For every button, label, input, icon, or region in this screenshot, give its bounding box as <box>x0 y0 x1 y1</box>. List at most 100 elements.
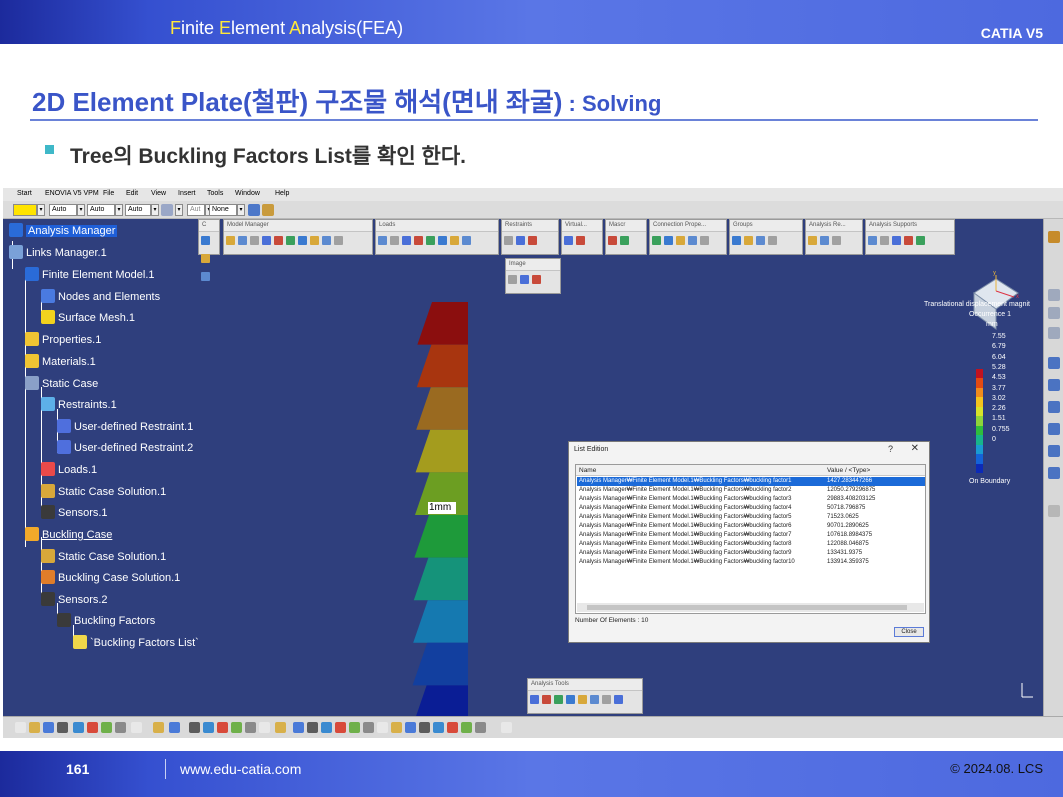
toolbar-title[interactable]: C <box>199 220 219 232</box>
tree-node[interactable]: Buckling Factors <box>57 613 155 629</box>
paint-icon[interactable] <box>248 204 260 216</box>
toolbar-icon[interactable] <box>377 722 388 733</box>
zoom-icon[interactable] <box>1048 379 1060 391</box>
format-painter-icon[interactable] <box>262 204 274 216</box>
toolbar-icon[interactable] <box>475 722 486 733</box>
3d-viewport[interactable]: Analysis Manager Links Manager.1 Finite El… <box>3 219 1043 728</box>
tool-icon[interactable] <box>590 695 599 704</box>
menu-help[interactable]: Help <box>275 190 289 197</box>
tool-icon[interactable] <box>528 236 537 245</box>
chevron-down-icon[interactable]: ▾ <box>237 204 245 216</box>
tool-icon[interactable] <box>756 236 765 245</box>
toolbar-icon[interactable] <box>203 722 214 733</box>
normal-view-icon[interactable] <box>1048 467 1060 479</box>
footer-url[interactable]: www.edu-catia.com <box>180 761 301 777</box>
toolbar-icon[interactable] <box>501 722 512 733</box>
tool-icon[interactable] <box>1048 505 1060 517</box>
list-row[interactable]: Analysis Manager₩Finite Element Model.1₩… <box>577 513 925 522</box>
tool-icon[interactable] <box>602 695 611 704</box>
toolbar-icon[interactable] <box>259 722 270 733</box>
tree-node[interactable]: Static Case Solution.1 <box>41 549 166 565</box>
toolbar-title[interactable]: Restraints <box>502 220 558 232</box>
tree-node[interactable]: Restraints.1 <box>41 397 117 413</box>
style-field[interactable]: None <box>209 204 237 216</box>
tree-node[interactable]: Finite Element Model.1 <box>25 267 155 283</box>
tree-node[interactable]: Properties.1 <box>25 332 101 348</box>
toolbar-icon[interactable] <box>189 722 200 733</box>
toolbar-icon[interactable] <box>461 722 472 733</box>
sphere-icon[interactable] <box>1048 231 1060 243</box>
tree-node[interactable]: Loads.1 <box>41 462 97 478</box>
color-field[interactable] <box>13 204 37 216</box>
tool-icon[interactable] <box>608 236 617 245</box>
tool-icon[interactable] <box>564 236 573 245</box>
toolbar-icon[interactable] <box>405 722 416 733</box>
tool-icon[interactable] <box>504 236 513 245</box>
toolbar-title[interactable]: Analysis Tools <box>528 679 642 691</box>
menu-insert[interactable]: Insert <box>178 190 196 197</box>
toolbar-icon[interactable] <box>231 722 242 733</box>
tool-icon[interactable] <box>676 236 685 245</box>
tree-node[interactable]: Buckling Case Solution.1 <box>41 570 180 586</box>
tool-icon[interactable] <box>652 236 661 245</box>
toolbar-icon[interactable] <box>15 722 26 733</box>
tool-icon[interactable] <box>201 236 210 245</box>
tree-node[interactable]: Static Case <box>25 376 98 392</box>
tool-icon[interactable] <box>438 236 447 245</box>
toolbar-icon[interactable] <box>87 722 98 733</box>
toolbar-title[interactable]: Model Manager <box>224 220 372 232</box>
fly-icon[interactable] <box>1048 423 1060 435</box>
plate-result[interactable] <box>408 302 468 728</box>
tree-node[interactable]: Buckling Case <box>25 527 112 543</box>
list-row[interactable]: Analysis Manager₩Finite Element Model.1₩… <box>577 549 925 558</box>
list-row[interactable]: Analysis Manager₩Finite Element Model.1₩… <box>577 558 925 567</box>
toolbar-icon[interactable] <box>245 722 256 733</box>
tool-icon[interactable] <box>542 695 551 704</box>
close-button[interactable]: Close <box>894 627 924 637</box>
layer-icon[interactable] <box>161 204 173 216</box>
toolbar-title[interactable]: Mascr <box>606 220 646 232</box>
tool-icon[interactable] <box>566 695 575 704</box>
tool-icon[interactable] <box>414 236 423 245</box>
toolbar-icon[interactable] <box>447 722 458 733</box>
column-name[interactable]: Name <box>579 467 596 474</box>
tool-icon[interactable] <box>744 236 753 245</box>
tool-icon[interactable] <box>262 236 271 245</box>
tool-icon[interactable] <box>274 236 283 245</box>
linetype-field[interactable]: Auto <box>49 204 77 216</box>
layer-field[interactable]: Aut <box>187 204 205 216</box>
buckling-factor-list[interactable]: Name Value / <Type> Analysis Manager₩Fin… <box>575 464 926 614</box>
menu-start[interactable]: Start <box>17 190 32 197</box>
tree-node[interactable]: User-defined Restraint.1 <box>57 419 193 435</box>
chevron-down-icon[interactable]: ▾ <box>151 204 159 216</box>
tree-node[interactable]: Materials.1 <box>25 354 96 370</box>
select-icon[interactable] <box>1048 357 1060 369</box>
view-icon[interactable] <box>1048 307 1060 319</box>
tool-icon[interactable] <box>450 236 459 245</box>
view-icon[interactable] <box>1048 327 1060 339</box>
horizontal-scrollbar[interactable] <box>577 603 924 612</box>
menu-edit[interactable]: Edit <box>126 190 138 197</box>
column-value[interactable]: Value / <Type> <box>827 467 870 474</box>
chevron-down-icon[interactable]: ▾ <box>115 204 123 216</box>
toolbar-icon[interactable] <box>57 722 68 733</box>
tree-node[interactable]: Links Manager.1 <box>9 245 107 261</box>
tool-icon[interactable] <box>462 236 471 245</box>
toolbar-title[interactable]: Virtual... <box>562 220 602 232</box>
toolbar-icon[interactable] <box>73 722 84 733</box>
tree-node[interactable]: Surface Mesh.1 <box>41 310 135 326</box>
tool-icon[interactable] <box>426 236 435 245</box>
list-row[interactable]: Analysis Manager₩Finite Element Model.1₩… <box>577 495 925 504</box>
tool-icon[interactable] <box>508 275 517 284</box>
tool-icon[interactable] <box>520 275 529 284</box>
list-row[interactable]: Analysis Manager₩Finite Element Model.1₩… <box>577 531 925 540</box>
tree-node[interactable]: Nodes and Elements <box>41 289 160 305</box>
tool-icon[interactable] <box>238 236 247 245</box>
tool-icon[interactable] <box>700 236 709 245</box>
chevron-down-icon[interactable]: ▾ <box>77 204 85 216</box>
menu-enovia-v5-vpm[interactable]: ENOVIA V5 VPM <box>45 190 99 197</box>
tool-icon[interactable] <box>554 695 563 704</box>
tool-icon[interactable] <box>576 236 585 245</box>
tree-node[interactable]: Sensors.1 <box>41 505 108 521</box>
transparency-field[interactable]: Auto <box>125 204 151 216</box>
